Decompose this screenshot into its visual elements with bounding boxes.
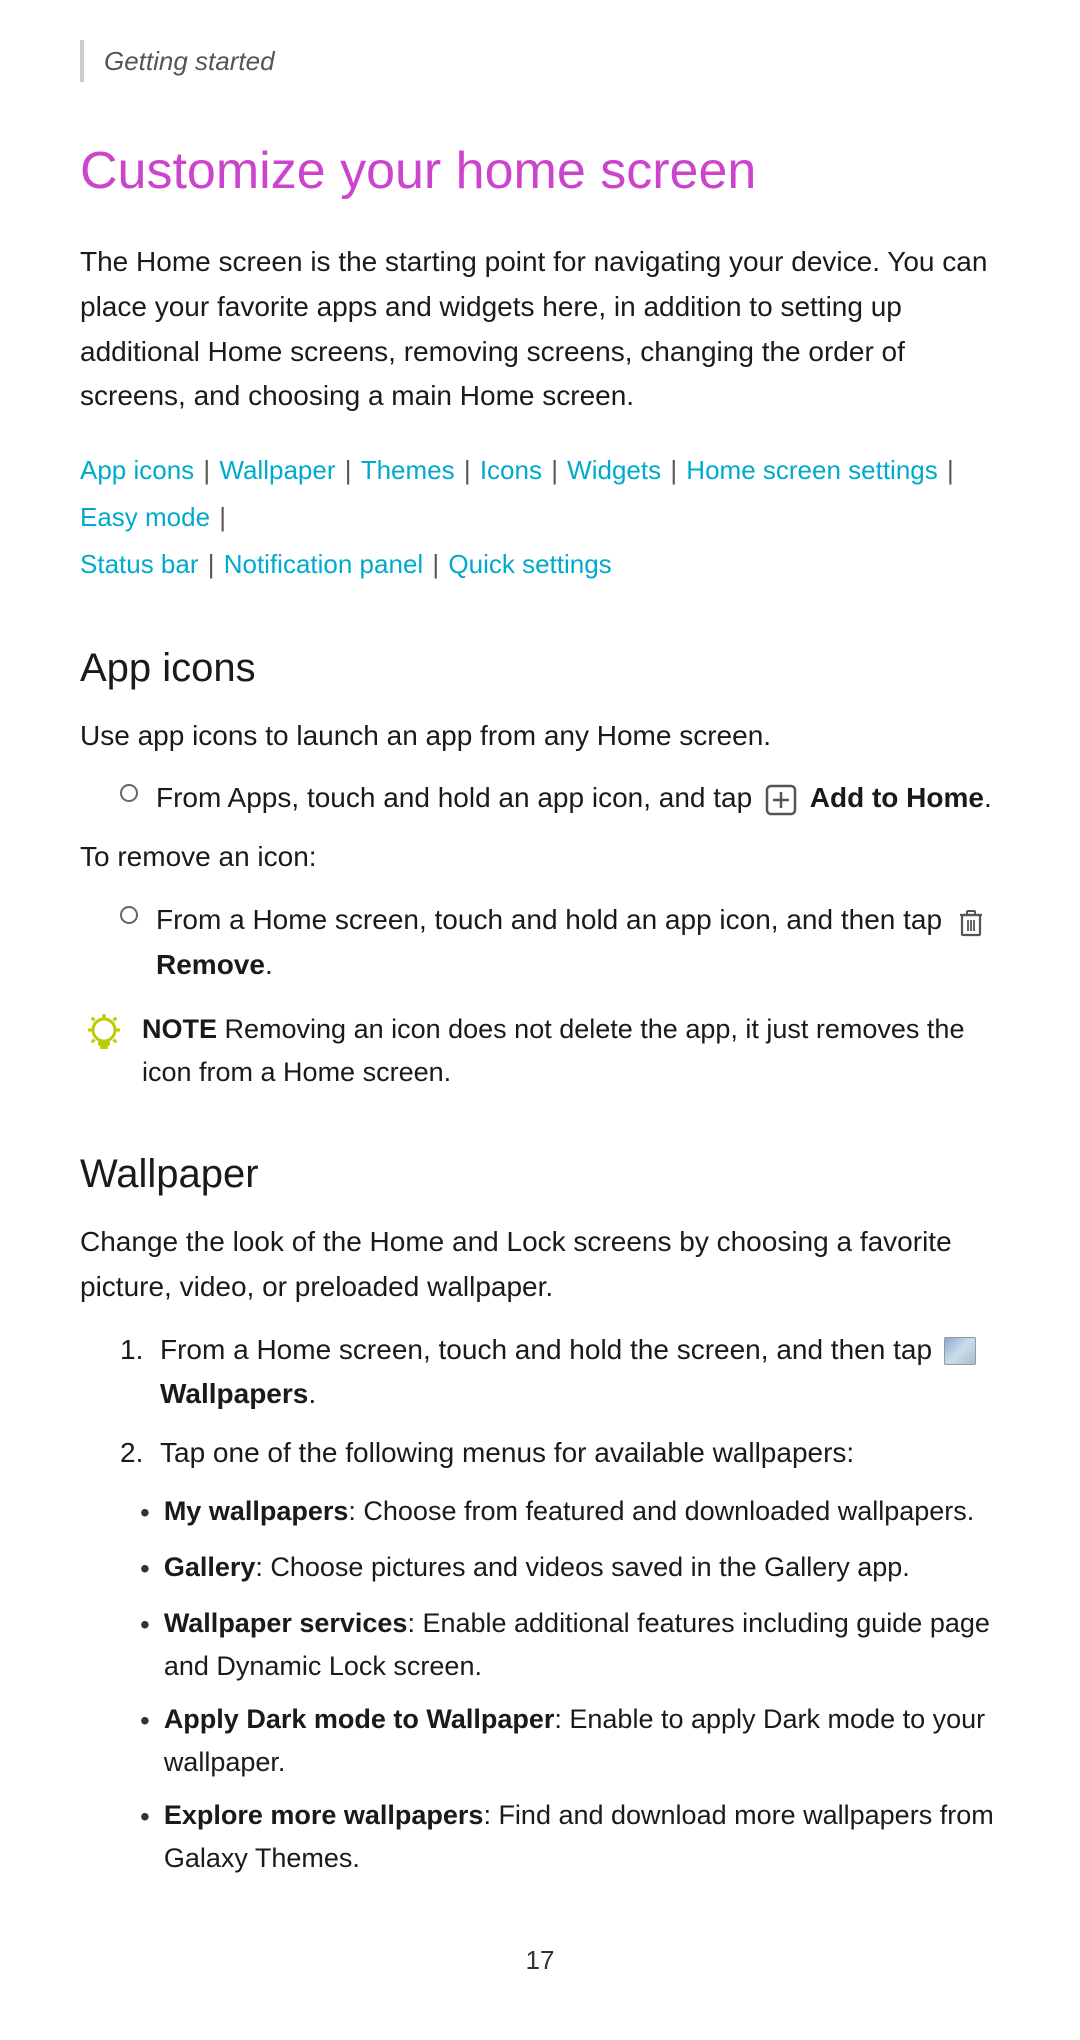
to-remove-text: To remove an icon:: [80, 835, 1000, 880]
nav-link-icons[interactable]: Icons: [480, 455, 542, 485]
step-number-2: 2.: [120, 1431, 160, 1476]
bullet-remove: From a Home screen, touch and hold an ap…: [120, 898, 1000, 988]
sub-bullet-text-4: Apply Dark mode to Wallpaper: Enable to …: [164, 1698, 1000, 1784]
step-1-text: From a Home screen, touch and hold the s…: [160, 1328, 1000, 1418]
bullet-text-remove: From a Home screen, touch and hold an ap…: [156, 898, 1000, 988]
note-box: NOTE Removing an icon does not delete th…: [80, 1008, 1000, 1094]
sub-bullet-explore-wallpapers: • Explore more wallpapers: Find and down…: [140, 1794, 1000, 1880]
remove-icon: [954, 905, 988, 939]
sub-bullet-wallpaper-services: • Wallpaper services: Enable additional …: [140, 1602, 1000, 1688]
bullet-add-to-home: From Apps, touch and hold an app icon, a…: [120, 776, 1000, 821]
nav-link-status-bar[interactable]: Status bar: [80, 549, 199, 579]
sub-bullet-text-5: Explore more wallpapers: Find and downlo…: [164, 1794, 1000, 1880]
wallpaper-step-2: 2. Tap one of the following menus for av…: [120, 1431, 1000, 1476]
page-title: Customize your home screen: [80, 132, 1000, 210]
nav-link-quick-settings[interactable]: Quick settings: [448, 549, 611, 579]
nav-link-home-screen-settings[interactable]: Home screen settings: [686, 455, 937, 485]
sub-bullet-dot-4: •: [140, 1699, 150, 1744]
page-number: 17: [80, 1941, 1000, 1980]
note-bulb-icon: [80, 1010, 128, 1058]
nav-links: App icons | Wallpaper | Themes | Icons |…: [80, 447, 1000, 587]
step-number-1: 1.: [120, 1328, 160, 1373]
nav-link-wallpaper[interactable]: Wallpaper: [219, 455, 335, 485]
sub-bullet-text-1: My wallpapers: Choose from featured and …: [164, 1490, 974, 1533]
note-text: NOTE Removing an icon does not delete th…: [142, 1008, 1000, 1094]
sub-bullet-dot-5: •: [140, 1795, 150, 1840]
sub-bullet-text-3: Wallpaper services: Enable additional fe…: [164, 1602, 1000, 1688]
bullet-text-add-to-home: From Apps, touch and hold an app icon, a…: [156, 776, 992, 821]
section-title-app-icons: App icons: [80, 638, 1000, 698]
section-body-wallpaper: Change the look of the Home and Lock scr…: [80, 1220, 1000, 1310]
nav-link-themes[interactable]: Themes: [361, 455, 455, 485]
sub-bullet-dot-2: •: [140, 1547, 150, 1592]
wallpapers-thumb-icon: [944, 1337, 976, 1365]
sub-bullet-my-wallpapers: • My wallpapers: Choose from featured an…: [140, 1490, 1000, 1536]
nav-link-app-icons[interactable]: App icons: [80, 455, 194, 485]
wallpaper-numbered-list: 1. From a Home screen, touch and hold th…: [120, 1328, 1000, 1476]
sub-bullet-gallery: • Gallery: Choose pictures and videos sa…: [140, 1546, 1000, 1592]
wallpaper-sub-bullets: • My wallpapers: Choose from featured an…: [80, 1490, 1000, 1881]
section-title-wallpaper: Wallpaper: [80, 1144, 1000, 1204]
add-to-home-icon: [764, 783, 798, 817]
bullet-circle-icon: [120, 784, 138, 802]
sub-bullet-text-2: Gallery: Choose pictures and videos save…: [164, 1546, 910, 1589]
sub-bullet-dot-1: •: [140, 1491, 150, 1536]
nav-link-easy-mode[interactable]: Easy mode: [80, 502, 210, 532]
section-body-app-icons: Use app icons to launch an app from any …: [80, 714, 1000, 759]
bullet-circle-remove-icon: [120, 906, 138, 924]
step-2-text: Tap one of the following menus for avail…: [160, 1431, 854, 1476]
nav-link-notification-panel[interactable]: Notification panel: [224, 549, 423, 579]
wallpaper-step-1: 1. From a Home screen, touch and hold th…: [120, 1328, 1000, 1418]
sub-bullet-dot-3: •: [140, 1603, 150, 1648]
nav-link-widgets[interactable]: Widgets: [567, 455, 661, 485]
intro-text: The Home screen is the starting point fo…: [80, 240, 1000, 419]
sub-bullet-dark-mode: • Apply Dark mode to Wallpaper: Enable t…: [140, 1698, 1000, 1784]
getting-started-label: Getting started: [104, 46, 275, 76]
